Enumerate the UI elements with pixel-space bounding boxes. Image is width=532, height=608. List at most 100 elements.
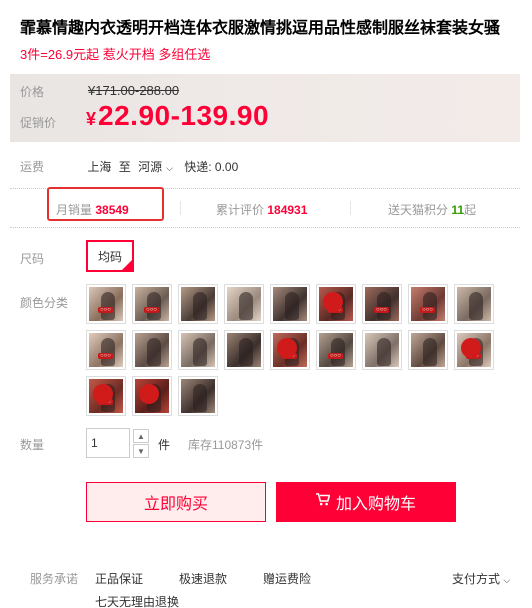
promo-price: ¥22.90-139.90	[86, 100, 269, 132]
currency-symbol: ¥	[86, 109, 97, 129]
tmall-points-value: 11	[451, 203, 465, 217]
review-count[interactable]: 累计评价 184931	[216, 201, 307, 218]
payment-methods-dropdown[interactable]: 支付方式 ⌵	[452, 570, 510, 587]
tmall-points-unit: 起	[464, 203, 477, 217]
model-figure	[423, 292, 437, 320]
color-swatch[interactable]	[408, 330, 448, 370]
model-figure	[193, 292, 207, 320]
color-swatch[interactable]: ○○○	[408, 284, 448, 324]
swatch-thumbnail	[181, 287, 215, 321]
swatch-thumbnail: ○○○	[457, 333, 491, 367]
promo-dots-icon: ○○○	[420, 307, 435, 313]
promo-dots-icon: ○○○	[328, 353, 343, 359]
color-swatch[interactable]	[178, 376, 218, 416]
color-swatch[interactable]	[178, 284, 218, 324]
product-subtitle: 3件=26.9元起 惹火开档 多组任选	[20, 47, 211, 62]
selected-check-icon	[122, 260, 132, 270]
divider	[350, 201, 351, 215]
monthly-sales: 月销量 38549	[56, 201, 129, 218]
service-item[interactable]: 极速退款	[179, 570, 227, 587]
promo-badge-icon	[277, 338, 297, 358]
payment-methods-label: 支付方式	[452, 572, 501, 586]
chevron-down-icon: ⌵	[503, 575, 511, 585]
promo-badge-icon	[461, 338, 481, 358]
tmall-points-label: 送天猫积分	[388, 203, 449, 217]
chevron-down-icon: ⌵	[166, 163, 173, 173]
color-swatch[interactable]: ○○○	[454, 330, 494, 370]
model-figure	[239, 338, 253, 366]
ship-to-word: 至	[118, 160, 131, 174]
promo-dots-icon: ○○○	[98, 353, 113, 359]
swatch-thumbnail	[227, 333, 261, 367]
swatch-thumbnail: ○○○	[135, 287, 169, 321]
swatch-thumbnail	[457, 287, 491, 321]
promo-dots-icon: ○○○	[98, 307, 113, 313]
swatch-thumbnail: ○○○	[89, 287, 123, 321]
swatch-thumbnail	[181, 333, 215, 367]
cart-icon	[315, 493, 331, 511]
buy-now-button[interactable]: 立即购买	[86, 482, 266, 522]
size-option-selected[interactable]: 均码	[86, 240, 134, 272]
swatch-thumbnail	[411, 333, 445, 367]
model-figure	[147, 338, 161, 366]
color-swatch[interactable]	[362, 330, 402, 370]
color-swatch[interactable]	[454, 284, 494, 324]
quantity-input[interactable]	[86, 428, 130, 458]
promo-badge-icon	[93, 384, 113, 404]
swatch-thumbnail	[227, 287, 261, 321]
promo-dots-icon: ○○○	[374, 307, 389, 313]
quantity-increase-button[interactable]: ▲	[133, 429, 149, 443]
swatch-thumbnail: ○○○	[319, 333, 353, 367]
promo-price-value: 22.90-139.90	[98, 100, 270, 131]
ship-to-dropdown[interactable]: 河源 ⌵	[138, 160, 177, 174]
color-swatch[interactable]: ○○○	[86, 376, 126, 416]
service-item[interactable]: 赠运费险	[263, 570, 311, 587]
review-count-label: 累计评价	[216, 203, 265, 217]
price-panel: 价格 ¥171.00-288.00 促销价 ¥22.90-139.90	[10, 74, 520, 142]
swatch-thumbnail	[135, 379, 169, 413]
color-swatch[interactable]: ○○○	[86, 330, 126, 370]
model-figure	[101, 292, 115, 320]
price-label: 价格	[20, 85, 45, 99]
swatch-thumbnail	[135, 333, 169, 367]
color-swatch[interactable]: ○○○	[270, 330, 310, 370]
service-item[interactable]: 正品保证	[95, 570, 143, 587]
swatch-thumbnail	[181, 379, 215, 413]
color-swatch[interactable]	[178, 330, 218, 370]
swatch-thumbnail: ○○○	[89, 379, 123, 413]
color-swatch[interactable]: ○○○	[362, 284, 402, 324]
swatch-thumbnail	[273, 287, 307, 321]
color-label: 颜色分类	[20, 296, 69, 310]
color-swatch[interactable]	[270, 284, 310, 324]
model-figure	[147, 292, 161, 320]
swatch-thumbnail: ○○○	[365, 287, 399, 321]
color-swatch[interactable]	[224, 330, 264, 370]
add-to-cart-label: 加入购物车	[335, 496, 416, 513]
add-to-cart-button[interactable]: 加入购物车	[276, 482, 456, 522]
model-figure	[193, 384, 207, 412]
swatch-thumbnail: ○○○	[273, 333, 307, 367]
color-swatch[interactable]	[132, 330, 172, 370]
stock-count: 库存110873件	[188, 438, 264, 452]
model-figure	[101, 338, 115, 366]
swatch-thumbnail: ○○○	[89, 333, 123, 367]
promo-dots-icon: ○○○	[144, 307, 159, 313]
model-figure	[193, 338, 207, 366]
buy-now-label: 立即购买	[143, 496, 208, 513]
swatch-thumbnail	[365, 333, 399, 367]
color-swatch[interactable]: ○○○	[132, 284, 172, 324]
shipping-cost: 快递: 0.00	[184, 160, 239, 174]
color-swatch[interactable]	[132, 376, 172, 416]
color-swatch[interactable]	[224, 284, 264, 324]
quantity-decrease-button[interactable]: ▼	[133, 444, 149, 458]
service-item[interactable]: 七天无理由退换	[95, 593, 179, 608]
promo-price-label: 促销价	[20, 116, 57, 130]
color-swatch[interactable]: ○○○	[86, 284, 126, 324]
color-swatch[interactable]: ○○○	[316, 284, 356, 324]
color-swatch[interactable]: ○○○	[316, 330, 356, 370]
swatch-thumbnail: ○○○	[411, 287, 445, 321]
divider	[180, 201, 181, 215]
shipping-label: 运费	[20, 160, 45, 174]
model-figure	[331, 338, 345, 366]
service-label: 服务承诺	[30, 572, 79, 586]
